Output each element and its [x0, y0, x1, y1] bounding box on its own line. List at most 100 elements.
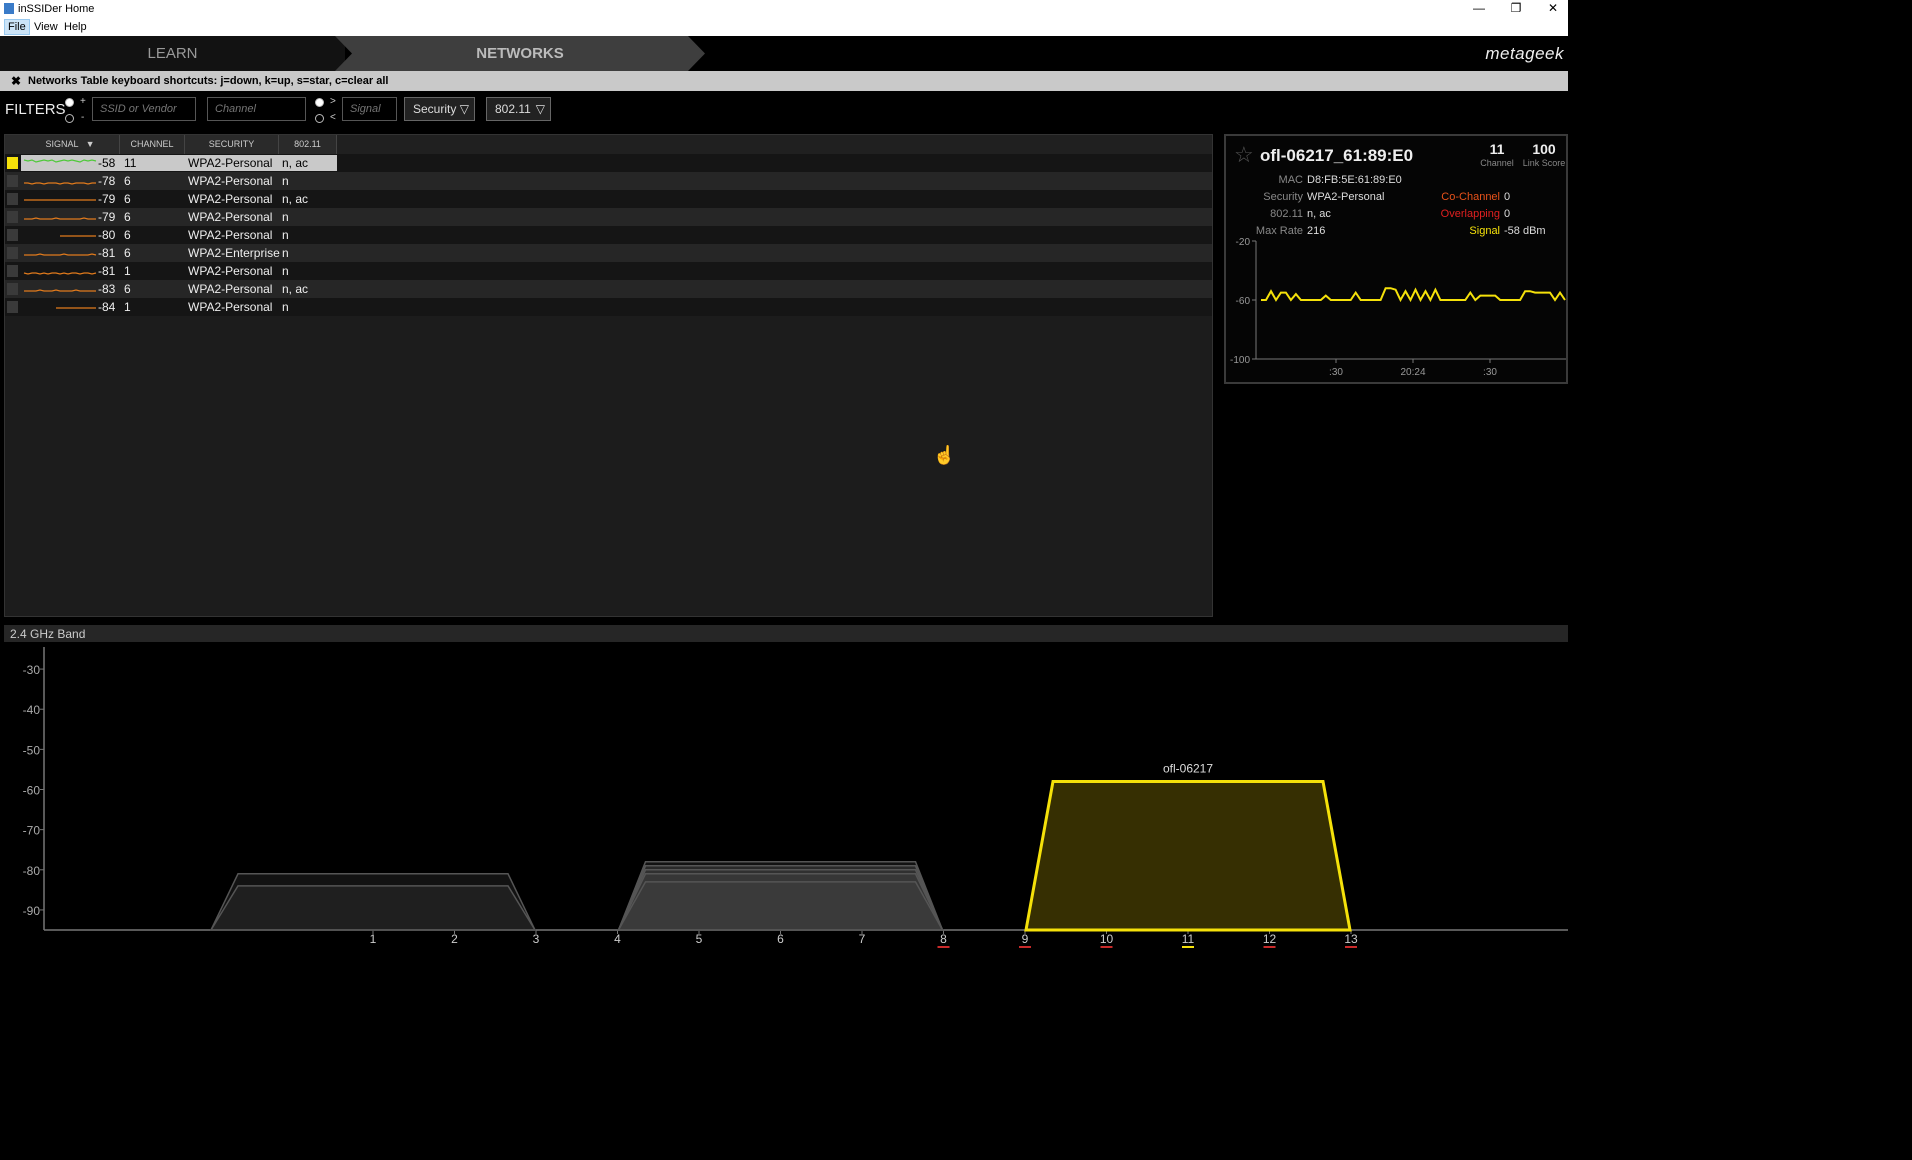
channel-input[interactable] — [207, 97, 306, 121]
table-row[interactable]: -81 6 WPA2-Enterprise n — [5, 244, 1212, 262]
row-protocol: n — [282, 228, 289, 242]
ssid-vendor-input[interactable] — [92, 97, 196, 121]
row-star-toggle[interactable] — [7, 283, 18, 295]
signal-sparkline — [24, 199, 96, 201]
row-channel: 6 — [124, 174, 131, 188]
signal-sparkline — [60, 235, 96, 237]
row-security: WPA2-Personal — [188, 264, 273, 278]
network-ssid-label: ofl-06217 — [1163, 761, 1213, 775]
signal-sparkline — [24, 217, 96, 220]
row-signal: -84 — [98, 300, 116, 314]
overlapping-label: Overlapping — [1440, 208, 1500, 220]
x-tick-label: 11 — [1182, 932, 1195, 946]
row-security: WPA2-Personal — [188, 210, 273, 224]
co-channel-value: 0 — [1504, 191, 1511, 203]
overlapping-value: 0 — [1504, 208, 1511, 220]
column-header-security[interactable]: SECURITY — [185, 135, 279, 154]
network-channel-shape — [209, 885, 537, 931]
row-channel: 1 — [124, 264, 131, 278]
row-star-toggle[interactable] — [7, 175, 18, 187]
table-row[interactable]: -83 6 WPA2-Personal n, ac — [5, 280, 1212, 298]
menu-help[interactable]: Help — [61, 20, 90, 34]
ssid-include-radio[interactable] — [65, 98, 74, 107]
row-channel: 6 — [124, 210, 131, 224]
signal-sparkline — [56, 307, 96, 309]
favorite-star-icon[interactable]: ☆ — [1234, 142, 1254, 168]
chevron-down-icon: ▽ — [459, 102, 469, 116]
network-detail-panel: ☆ ofl-06217_61:89:E0 11 Channel 100 Link… — [1224, 134, 1568, 384]
signal-history-chart: -20 -60 -100:30 20:24:30 — [1230, 237, 1566, 376]
x-tick-label: 13 — [1344, 932, 1358, 946]
row-star-toggle[interactable] — [7, 193, 18, 205]
row-protocol: n — [282, 300, 289, 314]
column-header-signal[interactable]: SIGNAL ▼ — [21, 135, 120, 154]
signal-history-line — [1261, 287, 1566, 303]
signal-sparkline — [23, 159, 97, 163]
signal-less-radio[interactable] — [315, 114, 324, 123]
app-icon — [4, 3, 14, 14]
restore-button[interactable]: ❐ — [1501, 1, 1531, 15]
band-header: 2.4 GHz Band — [4, 625, 1568, 642]
y-tick-label: -80 — [23, 864, 41, 878]
row-star-toggle[interactable] — [7, 301, 18, 313]
row-star-toggle[interactable] — [7, 265, 18, 277]
close-button[interactable]: ✕ — [1538, 1, 1568, 15]
row-signal: -80 — [98, 228, 116, 242]
sort-desc-icon: ▼ — [85, 139, 95, 149]
row-star-toggle[interactable] — [7, 211, 18, 223]
table-row[interactable]: -81 1 WPA2-Personal n — [5, 262, 1212, 280]
row-channel: 6 — [124, 228, 131, 242]
y-tick-label: -40 — [23, 703, 41, 717]
column-header-channel[interactable]: CHANNEL — [120, 135, 185, 154]
mac-label: MAC — [1278, 174, 1303, 186]
signal-header-label: SIGNAL — [45, 139, 79, 149]
network-channel-shape — [617, 881, 944, 931]
shortcut-text: Networks Table keyboard shortcuts: j=dow… — [28, 75, 389, 87]
chevron-down-icon: ▽ — [535, 102, 545, 116]
close-banner-icon[interactable]: ✖ — [11, 74, 21, 88]
table-row[interactable]: -84 1 WPA2-Personal n — [5, 298, 1212, 316]
ssid-exclude-radio[interactable] — [65, 114, 74, 123]
signal-sparkline — [24, 289, 96, 292]
y-tick-label: -60 — [1236, 296, 1251, 307]
signal-input[interactable] — [342, 97, 397, 121]
x-tick-label: 1 — [370, 932, 377, 946]
column-header-protocol[interactable]: 802.11 — [279, 135, 337, 154]
sparkline-path — [24, 253, 97, 256]
menu-view[interactable]: View — [31, 20, 61, 34]
table-row[interactable]: -78 6 WPA2-Personal n — [5, 172, 1212, 190]
sparkline-path — [24, 217, 96, 220]
table-row[interactable]: -79 6 WPA2-Personal n, ac — [5, 190, 1212, 208]
row-security: WPA2-Personal — [188, 192, 273, 206]
protocol-dropdown[interactable]: 802.11 ▽ — [486, 97, 551, 121]
sparkline-path — [23, 159, 97, 163]
security-dropdown[interactable]: Security ▽ — [404, 97, 475, 121]
co-channel-label: Co-Channel — [1441, 191, 1500, 203]
window-title: inSSIDer Home — [18, 3, 95, 15]
row-protocol: n — [282, 264, 289, 278]
table-row[interactable]: -79 6 WPA2-Personal n — [5, 208, 1212, 226]
tab-networks[interactable]: NETWORKS — [335, 36, 705, 71]
signal-greater-radio[interactable] — [315, 98, 324, 107]
detail-link-score-label: Link Score — [1522, 158, 1566, 168]
row-star-toggle[interactable] — [7, 247, 18, 259]
x-tick-label: 5 — [696, 932, 703, 946]
menu-file[interactable]: File — [4, 19, 30, 35]
table-row[interactable]: -80 6 WPA2-Personal n — [5, 226, 1212, 244]
detail-ssid: ofl-06217_61:89:E0 — [1260, 146, 1414, 165]
security-label: Security — [1263, 191, 1303, 203]
x-tick-label: 8 — [940, 932, 947, 946]
y-tick-label: -50 — [23, 743, 41, 757]
row-star-toggle[interactable] — [7, 229, 18, 241]
channel-graph: -30-40-50-60-70-80-901 2 3 4 5 6 7 8 9 10 11 12 13of… — [23, 647, 1568, 948]
row-star-toggle[interactable] — [7, 157, 18, 169]
protocol-label: 802.11 — [1270, 208, 1303, 220]
mac-value: D8:FB:5E:61:89:E0 — [1307, 174, 1402, 186]
tab-learn[interactable]: LEARN — [0, 36, 345, 71]
row-security: WPA2-Personal — [188, 300, 273, 314]
table-row[interactable]: -58 11 WPA2-Personal n, ac — [5, 154, 1212, 172]
minimize-button[interactable]: — — [1464, 1, 1494, 15]
y-tick-label: -100 — [1230, 355, 1250, 366]
x-tick-label: 7 — [859, 932, 866, 946]
networks-table: SIGNAL ▼ CHANNEL SECURITY 802.11 -58 11 WP… — [4, 134, 1213, 617]
